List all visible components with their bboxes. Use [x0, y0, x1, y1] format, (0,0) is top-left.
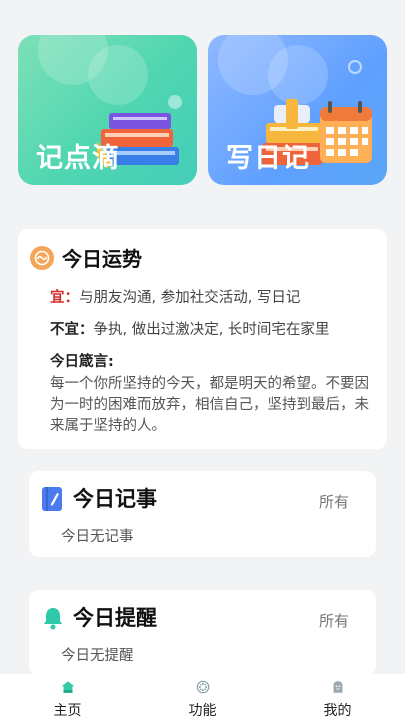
- tab-function-label: 功能: [188, 703, 217, 719]
- tab-profile-label: 我的: [323, 703, 352, 719]
- fortune-header: 今日运势: [30, 243, 142, 272]
- notes-card[interactable]: 今日记事 所有 今日无记事: [29, 471, 376, 557]
- good-key: 宜: [50, 290, 65, 306]
- tile-record-moments[interactable]: 记点滴: [18, 35, 197, 185]
- profile-icon: [333, 681, 342, 693]
- home-icon: [61, 681, 74, 693]
- reminders-title: 今日提醒: [73, 606, 157, 630]
- notes-title: 今日记事: [73, 487, 157, 511]
- tab-profile[interactable]: 我的: [270, 674, 405, 720]
- notes-empty: 今日无记事: [61, 529, 134, 545]
- good-text: 与朋友沟通, 参加社交活动, 写日记: [79, 290, 301, 306]
- bell-icon: [44, 608, 62, 630]
- bad-key: 不宜: [50, 322, 79, 338]
- tile-label-diary: 写日记: [226, 143, 310, 174]
- function-icon: [196, 680, 209, 694]
- notebook-pen-icon: [42, 487, 62, 511]
- fortune-bad: 不宜：争执, 做出过激决定, 长时间宅在家里: [50, 322, 330, 338]
- reminders-empty: 今日无提醒: [61, 648, 134, 664]
- fortune-card: 今日运势 宜：与朋友沟通, 参加社交活动, 写日记 不宜：争执, 做出过激决定,…: [18, 229, 387, 449]
- tab-home[interactable]: 主页: [0, 674, 135, 720]
- motto-label: 今日箴言:: [50, 354, 114, 370]
- tab-home-label: 主页: [53, 703, 82, 719]
- reminders-card[interactable]: 今日提醒 所有 今日无提醒: [29, 590, 376, 676]
- tile-write-diary[interactable]: 写日记: [208, 35, 387, 185]
- reminders-all-link[interactable]: 所有: [319, 610, 349, 631]
- tile-label-record: 记点滴: [36, 143, 120, 174]
- fortune-icon: [30, 245, 54, 270]
- fortune-good: 宜：与朋友沟通, 参加社交活动, 写日记: [50, 290, 301, 306]
- bottom-tab-bar: 主页 功能 我的: [0, 674, 405, 720]
- bad-text: 争执, 做出过激决定, 长时间宅在家里: [93, 322, 330, 338]
- fortune-title: 今日运势: [62, 247, 142, 271]
- notes-all-link[interactable]: 所有: [319, 491, 349, 512]
- motto-text: 每一个你所坚持的今天，都是明天的希望。不要因为一时的困难而放弃，相信自己，坚持到…: [50, 376, 369, 434]
- decor-bubble: [348, 60, 362, 74]
- wave-icon: [34, 250, 50, 265]
- tab-function[interactable]: 功能: [135, 674, 270, 720]
